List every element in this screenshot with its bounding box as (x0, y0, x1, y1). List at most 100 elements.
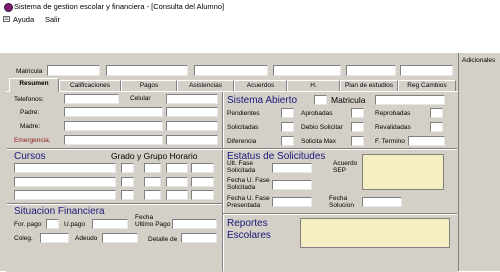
matricula-label: Matricula (16, 68, 43, 75)
adicionales-label: Adicionales (462, 57, 496, 64)
madre-label: Madre: (20, 123, 41, 130)
name-field-2[interactable] (194, 65, 268, 76)
adeudo-label: Adeudo (75, 235, 98, 242)
emergencia-field[interactable] (64, 135, 163, 145)
grupo-row-3-field[interactable] (144, 190, 161, 200)
name-field-1[interactable] (106, 65, 188, 76)
madre-field[interactable] (64, 121, 163, 131)
fecha-u-fase-presentada-field[interactable] (272, 197, 312, 207)
tab-h[interactable]: H. (287, 80, 340, 91)
tab-acuerdos[interactable]: Acuerdos (234, 80, 287, 91)
tab-reg-cambios[interactable]: Reg Cambios (398, 80, 456, 91)
telefono-field[interactable] (64, 94, 119, 104)
tab-calificaciones[interactable]: Calificaciones (59, 80, 121, 91)
ult-fase-solicitada-field[interactable] (272, 163, 312, 173)
fecha-u-fase-solicitada-label: Fecha U. Fase Solicitada (227, 177, 270, 191)
diferencia-label: Diferencia (227, 138, 257, 145)
tab-plan-de-estudios[interactable]: Plan de estudios (340, 80, 398, 91)
name-field-4[interactable] (346, 65, 396, 76)
solicita-max-field[interactable] (351, 136, 364, 146)
reprobadas-field[interactable] (430, 108, 443, 118)
celular-field[interactable] (166, 94, 218, 104)
grado-row-2-field[interactable] (121, 177, 134, 187)
reportes-escolares-box[interactable] (300, 218, 450, 248)
padre-label: Padre: (20, 109, 40, 116)
section-divider-2 (7, 203, 222, 205)
window-title: Sistema de gestion escolar y financiera … (14, 2, 225, 11)
telefonos-label: Telefonos: (14, 96, 44, 103)
grupo-row-1-field[interactable] (144, 163, 161, 173)
debio-solicitar-field[interactable] (351, 122, 364, 132)
fecha-u-fase-solicitada-field[interactable] (272, 180, 312, 190)
header-band: Matricula (0, 53, 458, 81)
emergencia-label: Emergencia: (14, 137, 51, 144)
horario-row-1a-field[interactable] (166, 163, 188, 173)
menu-ayuda[interactable]: Ayuda (13, 15, 34, 24)
horario-row-3a-field[interactable] (166, 190, 188, 200)
section-divider-1 (7, 148, 457, 150)
cursos-title: Cursos (14, 151, 46, 162)
ult-fase-solicitada-label: Ult. Fase Solicitada (227, 160, 256, 174)
fecha-ultimo-pago-field[interactable] (172, 219, 217, 229)
solicitadas-label: Solicitadas (227, 124, 259, 131)
column-divider (222, 92, 224, 271)
fecha-u-fase-presentada-label: Fecha U. Fase Presentada (227, 195, 270, 209)
curso-row-1-field[interactable] (14, 163, 116, 173)
tab-resumen[interactable]: Resumen (9, 78, 59, 92)
adicionales-pane: Adicionales (458, 53, 500, 271)
solicita-max-label: Solicita Max (301, 138, 337, 145)
emergencia-phone-field[interactable] (166, 135, 218, 145)
detalle-de-label: Detalle de (148, 236, 178, 243)
fecha-solucion-field[interactable] (362, 197, 402, 207)
sistema-abierto-title: Sistema Abierto (227, 95, 298, 106)
padre-field[interactable] (64, 107, 163, 117)
title-bar: Sistema de gestion escolar y financiera … (0, 0, 500, 14)
situacion-financiera-title: Situacion Financiera (14, 206, 105, 217)
fecha-ultimo-pago-label: Fecha Ultimo Pago (135, 214, 171, 228)
menu-salir[interactable]: Salir (45, 15, 60, 24)
name-field-3[interactable] (273, 65, 341, 76)
horario-row-3b-field[interactable] (191, 190, 214, 200)
diferencia-field[interactable] (281, 136, 294, 146)
reportes-escolares-title: Reportes Escolares (227, 218, 271, 241)
grado-row-1-field[interactable] (121, 163, 134, 173)
acuerdo-sep-box[interactable] (362, 154, 444, 190)
u-pago-field[interactable] (92, 219, 128, 229)
madre-phone-field[interactable] (166, 121, 218, 131)
solicitadas-field[interactable] (281, 122, 294, 132)
curso-row-2-field[interactable] (14, 177, 116, 187)
acuerdo-sep-label: Acuerdo SEP (333, 160, 358, 174)
sa-matricula-field[interactable] (375, 95, 445, 105)
coleg-field[interactable] (40, 233, 69, 243)
detalle-field[interactable] (181, 233, 217, 243)
section-divider-3 (223, 213, 457, 215)
for-pago-field[interactable] (46, 219, 59, 229)
coleg-label: Coleg. (14, 235, 33, 242)
sistema-abierto-checkbox[interactable] (314, 95, 327, 105)
grado-grupo-horario-label: Grado y Grupo Horario (111, 151, 198, 161)
name-field-5[interactable] (400, 65, 453, 76)
horario-row-1b-field[interactable] (191, 163, 214, 173)
horario-row-2a-field[interactable] (166, 177, 188, 187)
revalidadas-field[interactable] (430, 122, 443, 132)
curso-row-3-field[interactable] (14, 190, 116, 200)
matricula-field[interactable] (47, 65, 100, 76)
revalidadas-label: Revalidadas (375, 124, 411, 131)
aprobadas-label: Aprobadas (301, 110, 333, 117)
menu-bar: Ayuda Salir (0, 14, 500, 25)
celular-label: Celular (130, 95, 151, 102)
f-termino-label: F. Termino (375, 138, 405, 145)
grado-row-3-field[interactable] (121, 190, 134, 200)
horario-row-2b-field[interactable] (191, 177, 214, 187)
document-menu-icon[interactable] (3, 16, 10, 22)
grupo-row-2-field[interactable] (144, 177, 161, 187)
tab-asistencias[interactable]: Asistencias (177, 80, 234, 91)
adeudo-field[interactable] (102, 233, 138, 243)
pendientes-label: Pendientes (227, 110, 260, 117)
pendientes-field[interactable] (281, 108, 294, 118)
aprobadas-field[interactable] (351, 108, 364, 118)
padre-phone-field[interactable] (166, 107, 218, 117)
tab-pagos[interactable]: Pagos (121, 80, 177, 91)
fecha-solucion-label: Fecha Solucion (329, 195, 354, 209)
f-termino-field[interactable] (408, 136, 445, 146)
